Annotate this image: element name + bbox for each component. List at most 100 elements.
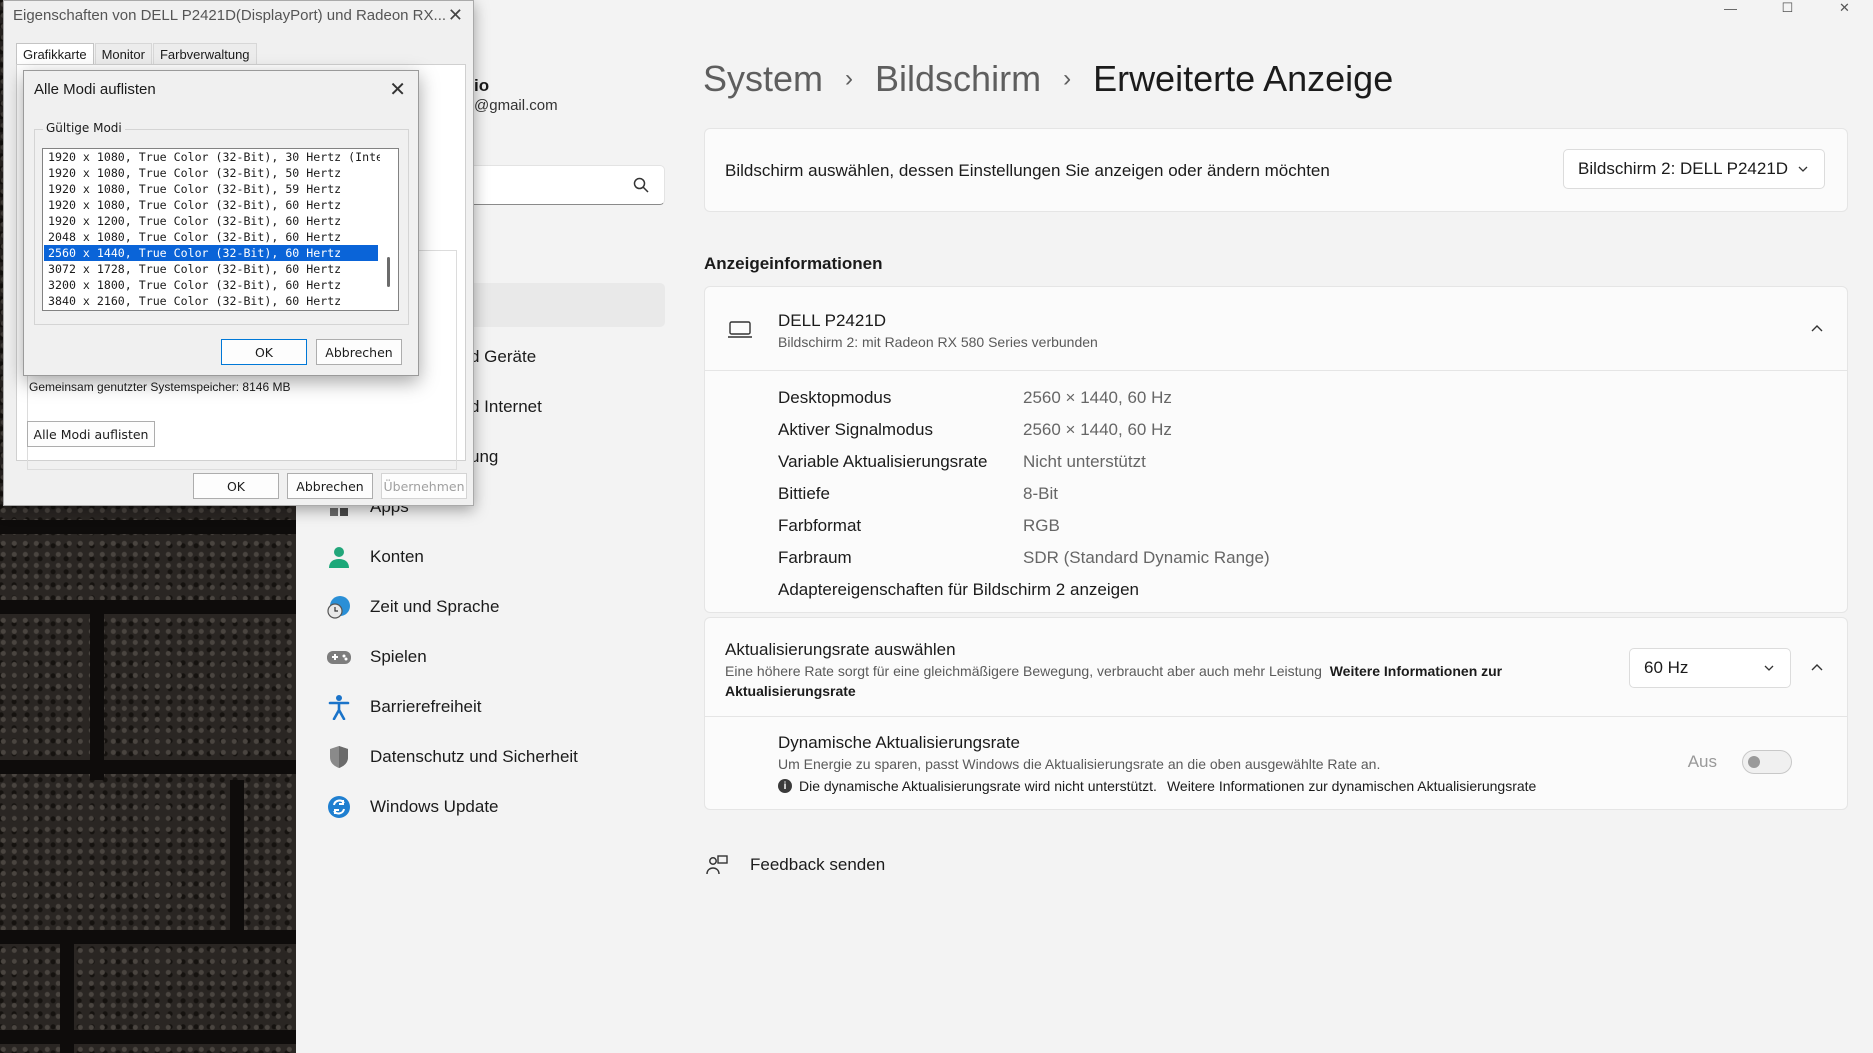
mode-list-item[interactable]: 1920 x 1080, True Color (32-Bit), 30 Her…: [44, 149, 398, 165]
sidebar-item-label: Zeit und Sprache: [370, 597, 500, 616]
breadcrumb-display[interactable]: Bildschirm: [875, 58, 1041, 100]
breadcrumb-separator: ›: [845, 65, 854, 92]
mode-list-item[interactable]: 1920 x 1200, True Color (32-Bit), 60 Her…: [44, 213, 378, 229]
feedback-link[interactable]: Feedback senden: [704, 852, 885, 878]
close-icon[interactable]: ✕: [448, 5, 463, 26]
refresh-rate-description: Eine höhere Rate sorgt für eine gleichmä…: [725, 663, 1503, 699]
user-email: @gmail.com: [474, 97, 558, 114]
refresh-rate-card: Aktualisierungsrate auswählen Eine höher…: [704, 617, 1848, 810]
chevron-down-icon: [1798, 166, 1808, 172]
sidebar-item-personalization-partial[interactable]: ung: [470, 439, 498, 475]
info-row-desktop-mode: Desktopmodus 2560 × 1440, 60 Hz: [778, 388, 1172, 407]
sidebar-item-accounts[interactable]: Konten: [326, 539, 424, 575]
display-select-value: Bildschirm 2: DELL P2421D: [1578, 159, 1789, 178]
shared-memory-text: Gemeinsam genutzter Systemspeicher: 8146…: [29, 380, 291, 394]
close-icon[interactable]: ✕: [389, 77, 406, 102]
mode-list-item[interactable]: 1920 x 1080, True Color (32-Bit), 50 Her…: [44, 165, 378, 181]
dynamic-refresh-toggle[interactable]: [1742, 750, 1792, 774]
sidebar-item-network-partial[interactable]: d Internet: [470, 389, 542, 425]
adapter-properties-link[interactable]: Adaptereigenschaften für Bildschirm 2 an…: [778, 580, 1139, 600]
accessibility-icon: [326, 694, 352, 720]
accounts-icon: [326, 544, 352, 570]
display-select-label: Bildschirm auswählen, dessen Einstellung…: [725, 161, 1330, 180]
modes-listbox[interactable]: 1920 x 1080, True Color (32-Bit), 30 Her…: [42, 148, 399, 311]
refresh-rate-dropdown[interactable]: 60 Hz: [1629, 648, 1791, 688]
maximize-button[interactable]: ☐: [1759, 0, 1816, 16]
mode-list-item[interactable]: 3200 x 1800, True Color (32-Bit), 60 Her…: [44, 277, 378, 293]
sidebar-item-label: Datenschutz und Sicherheit: [370, 747, 578, 766]
tab-graphics-card[interactable]: Grafikkarte: [16, 43, 94, 65]
time-language-icon: [326, 594, 352, 620]
search-icon: [633, 177, 649, 193]
dynamic-refresh-note: i Die dynamische Aktualisierungsrate wir…: [778, 778, 1536, 794]
info-row-active-signal: Aktiver Signalmodus 2560 × 1440, 60 Hz: [778, 420, 1172, 439]
breadcrumb-separator: ›: [1063, 65, 1072, 92]
display-info-card: DELL P2421D Bildschirm 2: mit Radeon RX …: [704, 286, 1848, 613]
display-select-card: Bildschirm auswählen, dessen Einstellung…: [704, 128, 1848, 212]
refresh-rate-title: Aktualisierungsrate auswählen: [725, 640, 956, 659]
sidebar-item-gaming[interactable]: Spielen: [326, 639, 427, 675]
info-row-color-format: Farbformat RGB: [778, 516, 1060, 535]
group-label: Gültige Modi: [43, 121, 125, 135]
info-row-bit-depth: Bittiefe 8-Bit: [778, 484, 1058, 503]
info-icon: i: [778, 779, 792, 793]
sidebar-item-label: Barrierefreiheit: [370, 697, 482, 716]
privacy-shield-icon: [326, 744, 352, 770]
scrollbar-thumb[interactable]: [387, 257, 390, 287]
cancel-button[interactable]: Abbrechen: [287, 473, 373, 499]
monitor-name: DELL P2421D: [778, 311, 887, 330]
minimize-button[interactable]: —: [1702, 0, 1759, 16]
ok-button[interactable]: OK: [193, 473, 279, 499]
sidebar-item-devices-partial[interactable]: d Geräte: [470, 339, 536, 375]
chevron-down-icon: [1764, 665, 1774, 671]
tab-color-management[interactable]: Farbverwaltung: [152, 43, 257, 65]
mode-list-item[interactable]: 3840 x 2160, True Color (32-Bit), 60 Her…: [44, 293, 378, 309]
user-name: io: [474, 76, 490, 95]
sidebar-item-time-language[interactable]: Zeit und Sprache: [326, 589, 499, 625]
caption-buttons: — ☐ ✕: [1702, 0, 1873, 32]
sidebar-item-accessibility[interactable]: Barrierefreiheit: [326, 689, 482, 725]
dialog-title: Alle Modi auflisten: [34, 81, 156, 98]
divider: [705, 716, 1847, 717]
laptop-icon: [728, 321, 752, 338]
tab-bar: Grafikkarte Monitor Farbverwaltung: [16, 43, 258, 65]
feedback-icon: [704, 852, 730, 878]
display-info-header[interactable]: DELL P2421D Bildschirm 2: mit Radeon RX …: [705, 287, 1847, 371]
cancel-button[interactable]: Abbrechen: [316, 339, 402, 365]
sidebar-item-privacy[interactable]: Datenschutz und Sicherheit: [326, 739, 578, 775]
apply-button: Übernehmen: [381, 473, 467, 499]
page-title: Erweiterte Anzeige: [1093, 58, 1394, 99]
windows-update-icon: [326, 794, 352, 820]
toggle-state-label: Aus: [1687, 752, 1717, 771]
mode-list-item[interactable]: 3072 x 1728, True Color (32-Bit), 60 Her…: [44, 261, 378, 277]
monitor-subtitle: Bildschirm 2: mit Radeon RX 580 Series v…: [778, 334, 1098, 350]
sidebar-item-windows-update[interactable]: Windows Update: [326, 789, 499, 825]
dynamic-refresh-description: Um Energie zu sparen, passt Windows die …: [778, 756, 1381, 772]
sidebar-item-label: Spielen: [370, 647, 427, 666]
mode-list-item[interactable]: 2560 x 1440, True Color (32-Bit), 60 Her…: [44, 245, 378, 261]
display-select-dropdown[interactable]: Bildschirm 2: DELL P2421D: [1563, 149, 1825, 189]
chevron-up-icon[interactable]: [1809, 660, 1825, 676]
mode-list-item[interactable]: 1920 x 1080, True Color (32-Bit), 59 Her…: [44, 181, 378, 197]
mode-list-item[interactable]: 2048 x 1080, True Color (32-Bit), 60 Her…: [44, 229, 378, 245]
scrollbar[interactable]: [380, 149, 398, 310]
info-row-color-space: Farbraum SDR (Standard Dynamic Range): [778, 548, 1270, 567]
close-window-button[interactable]: ✕: [1816, 0, 1873, 16]
list-all-modes-button[interactable]: Alle Modi auflisten: [27, 421, 155, 447]
chevron-up-icon[interactable]: [1809, 321, 1825, 337]
display-info-heading: Anzeigeinformationen: [704, 254, 883, 273]
gaming-icon: [326, 644, 352, 670]
refresh-rate-value: 60 Hz: [1644, 658, 1689, 677]
breadcrumb: System › Bildschirm › Erweiterte Anzeige: [703, 58, 1393, 100]
dialog-title: Eigenschaften von DELL P2421D(DisplayPor…: [13, 7, 447, 24]
sidebar-item-label: Konten: [370, 547, 424, 566]
info-row-vrr: Variable Aktualisierungsrate Nicht unters…: [778, 452, 1146, 471]
dynamic-refresh-info-link[interactable]: Weitere Informationen zur dynamischen Ak…: [1167, 778, 1536, 794]
toggle-knob: [1748, 756, 1760, 768]
tab-monitor[interactable]: Monitor: [94, 43, 152, 65]
ok-button[interactable]: OK: [221, 339, 307, 365]
mode-list-item[interactable]: 1920 x 1080, True Color (32-Bit), 60 Her…: [44, 197, 378, 213]
sidebar-item-label: Windows Update: [370, 797, 499, 816]
breadcrumb-system[interactable]: System: [703, 58, 823, 100]
list-all-modes-dialog: Alle Modi auflisten ✕ Gültige Modi 1920 …: [23, 70, 419, 376]
